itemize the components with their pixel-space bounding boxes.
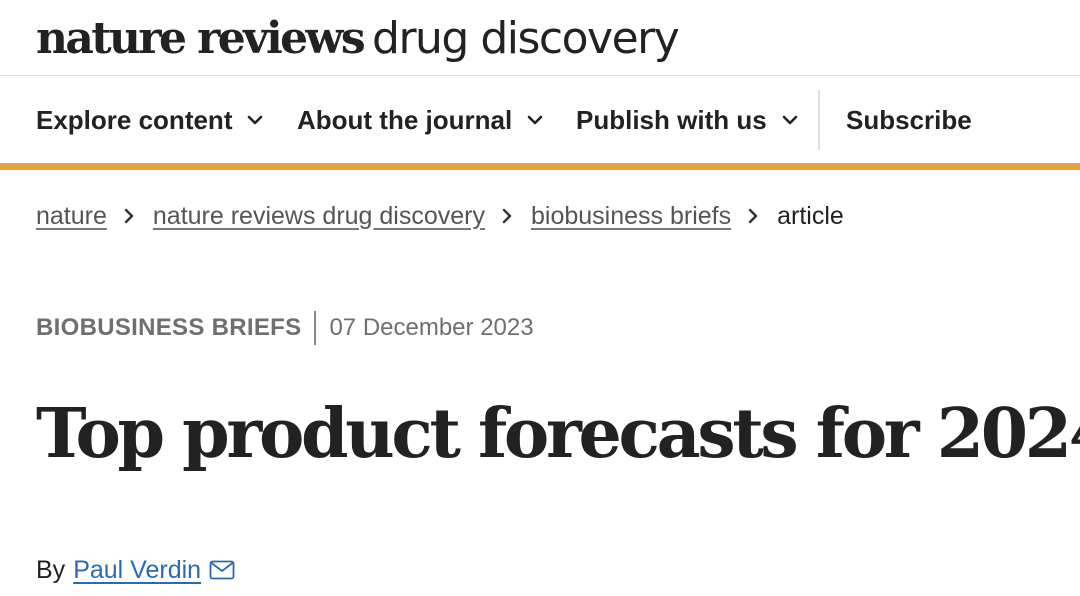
- article-title: Top product forecasts for 2024: [36, 394, 1080, 474]
- breadcrumb-current: article: [777, 201, 844, 230]
- chevron-right-icon: [502, 208, 512, 224]
- mail-icon[interactable]: [209, 560, 235, 580]
- chevron-down-icon: [527, 115, 543, 125]
- main-nav: Explore content About the journal Publis…: [0, 76, 1080, 164]
- nav-divider: [818, 90, 820, 150]
- publish-date: 07 December 2023: [329, 314, 534, 341]
- article-meta: BIOBUSINESS BRIEFS 07 December 2023: [36, 311, 534, 345]
- logo-journal-name: drug discovery: [372, 12, 680, 64]
- journal-logo[interactable]: nature reviews drug discovery: [36, 0, 680, 76]
- chevron-down-icon: [248, 115, 263, 125]
- nav-about-the-journal[interactable]: About the journal: [297, 76, 544, 164]
- byline: By Paul Verdin: [36, 552, 235, 588]
- article-type: BIOBUSINESS BRIEFS: [36, 314, 302, 341]
- chevron-right-icon: [748, 208, 758, 224]
- nav-item-label: About the journal: [297, 104, 513, 135]
- breadcrumb-item-section[interactable]: biobusiness briefs: [531, 202, 731, 231]
- nav-publish-with-us[interactable]: Publish with us: [576, 76, 799, 164]
- nav-explore-content[interactable]: Explore content: [36, 76, 264, 164]
- chevron-down-icon: [782, 115, 797, 125]
- nav-accent-bar: [0, 163, 1080, 170]
- subscribe-link[interactable]: Subscribe: [846, 76, 972, 164]
- breadcrumb-item-journal[interactable]: nature reviews drug discovery: [153, 202, 485, 231]
- chevron-right-icon: [124, 208, 134, 224]
- logo-brand: nature reviews: [36, 12, 366, 64]
- nav-item-label: Explore content: [36, 104, 233, 135]
- breadcrumb: nature nature reviews drug discovery bio…: [36, 196, 844, 236]
- author-link[interactable]: Paul Verdin: [73, 556, 201, 585]
- meta-divider: [314, 311, 317, 345]
- breadcrumb-item-nature[interactable]: nature: [36, 202, 107, 231]
- byline-prefix: By: [36, 555, 66, 584]
- nav-item-label: Publish with us: [576, 104, 767, 135]
